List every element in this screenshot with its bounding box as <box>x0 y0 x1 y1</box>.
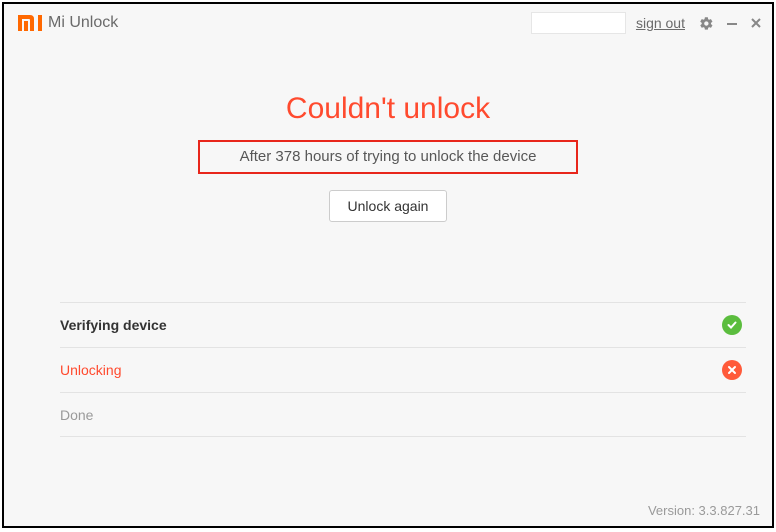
app-title: Mi Unlock <box>48 14 118 32</box>
close-button[interactable] <box>750 17 762 29</box>
unlock-again-button[interactable]: Unlock again <box>329 190 448 222</box>
status-message-box: After 378 hours of trying to unlock the … <box>198 140 579 174</box>
sign-out-link[interactable]: sign out <box>636 15 685 31</box>
titlebar: Mi Unlock sign out <box>4 4 772 42</box>
app-logo: Mi Unlock <box>18 14 118 32</box>
step-label: Verifying device <box>60 317 167 333</box>
account-box <box>531 12 626 34</box>
step-row-done: Done <box>60 392 746 436</box>
main-content: Couldn't unlock After 378 hours of tryin… <box>4 42 772 222</box>
step-label: Done <box>60 407 93 423</box>
window-controls <box>699 16 762 31</box>
step-label: Unlocking <box>60 362 121 378</box>
settings-icon[interactable] <box>699 16 714 31</box>
app-window: Mi Unlock sign out Couldn't unlock After… <box>2 2 774 528</box>
status-headline: Couldn't unlock <box>4 92 772 126</box>
status-message: After 378 hours of trying to unlock the … <box>240 148 537 165</box>
minimize-button[interactable] <box>726 17 738 29</box>
step-row-verifying: Verifying device <box>60 302 746 347</box>
checkmark-icon <box>722 315 742 335</box>
mi-logo-icon <box>18 15 42 31</box>
progress-steps: Verifying device Unlocking Done <box>60 302 746 437</box>
version-label: Version: 3.3.827.31 <box>648 503 760 518</box>
step-row-unlocking: Unlocking <box>60 347 746 392</box>
error-icon <box>722 360 742 380</box>
